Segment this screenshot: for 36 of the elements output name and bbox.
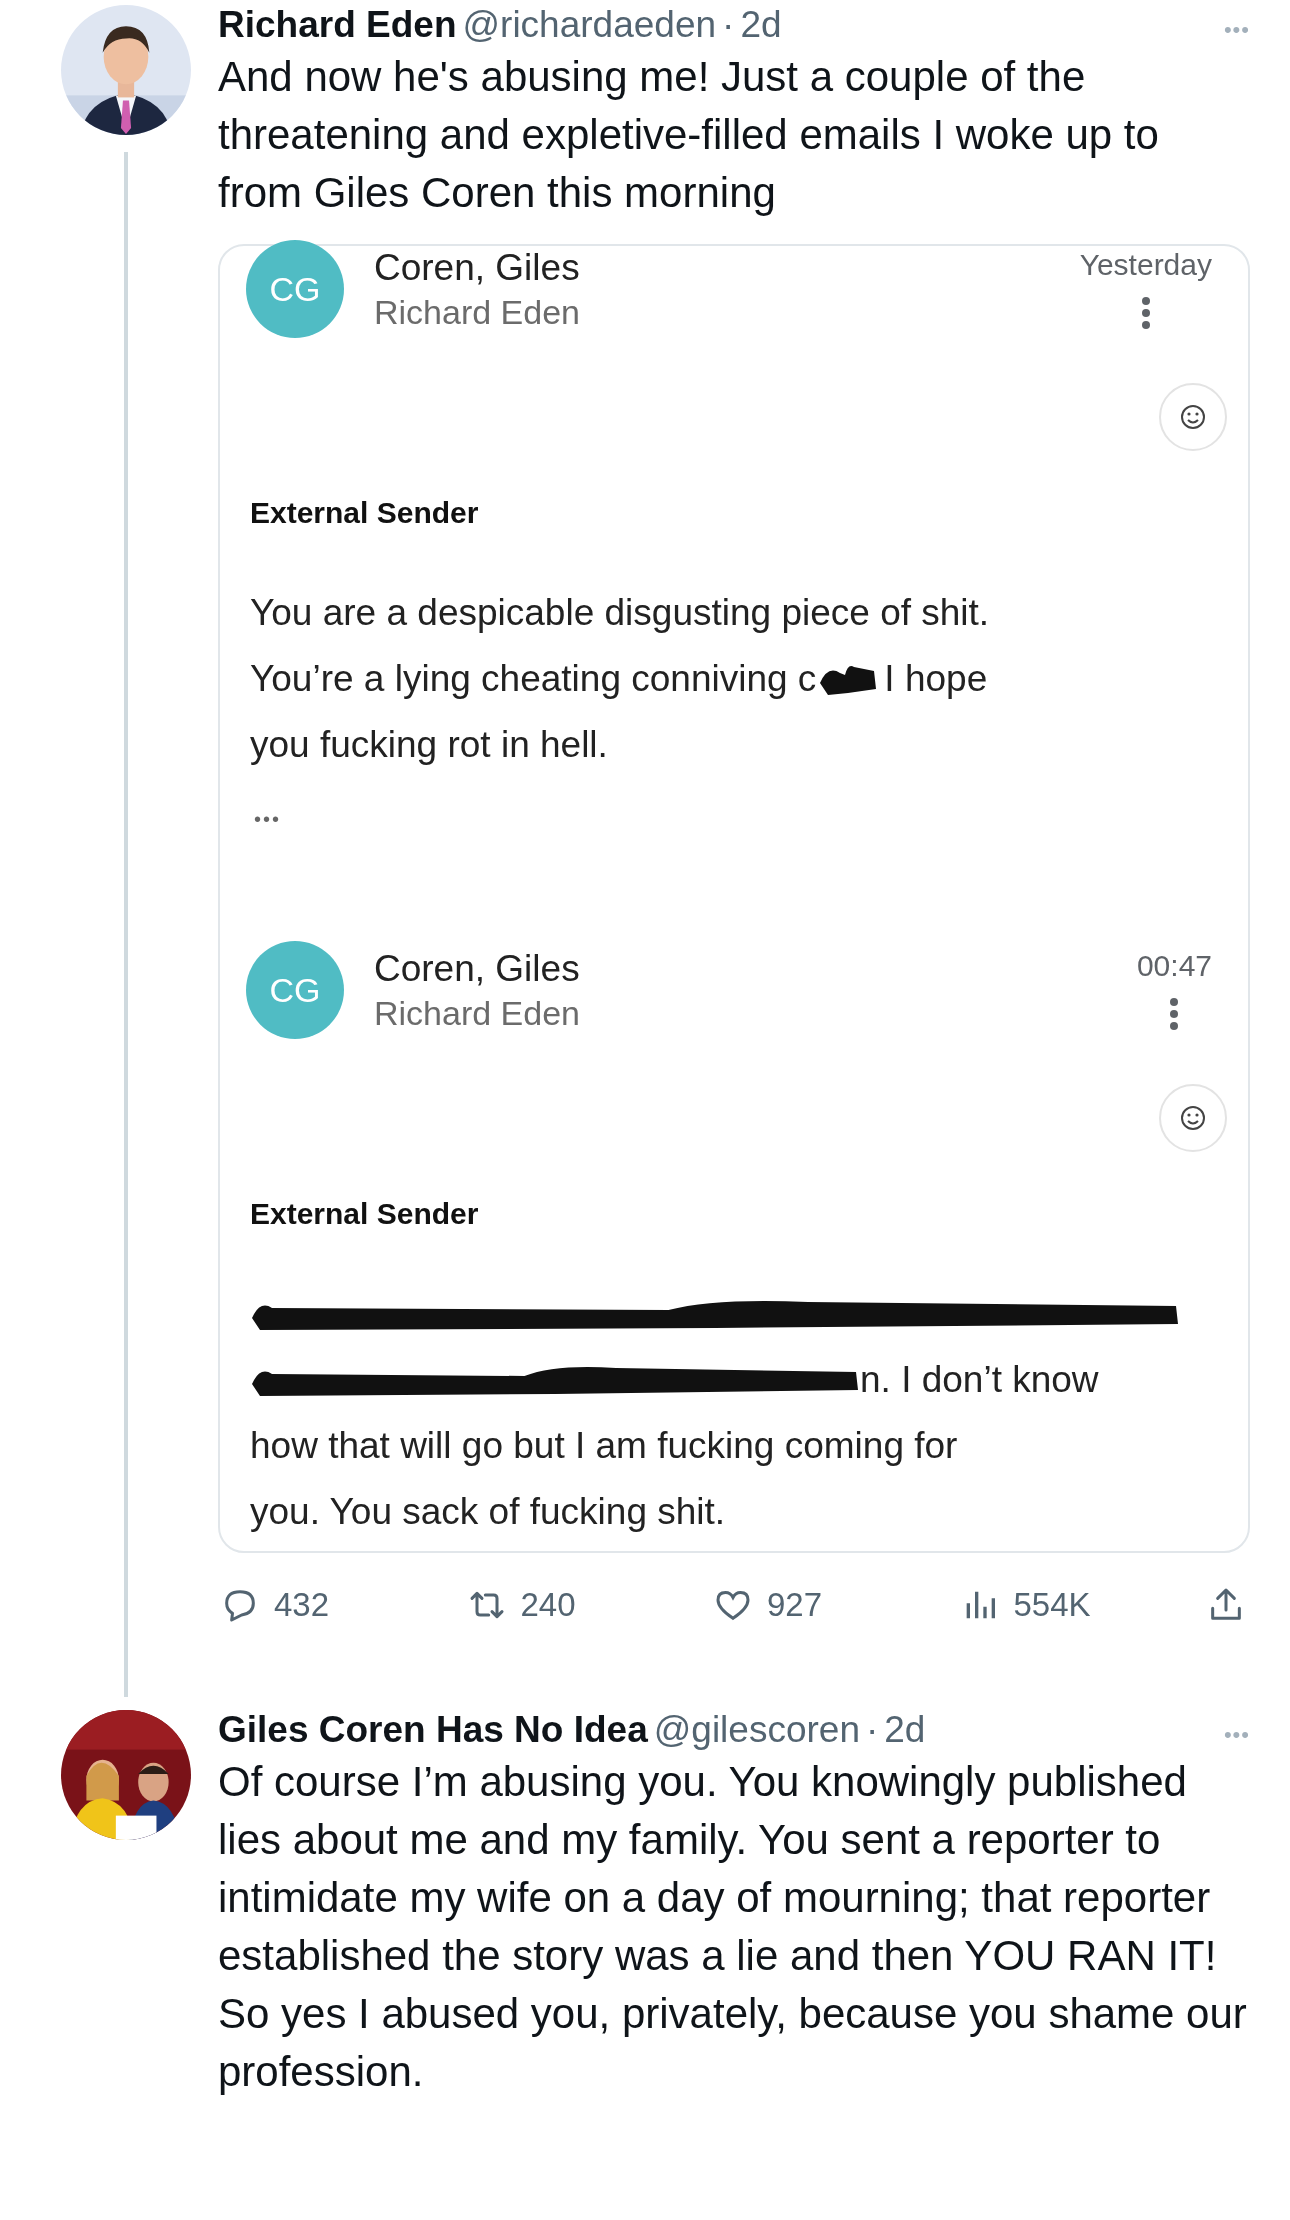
separator-dot: · <box>722 4 735 46</box>
email-text: you fucking rot in hell. <box>250 724 608 766</box>
smiley-icon <box>1158 382 1228 452</box>
user-handle[interactable]: @richardaeden <box>462 4 717 46</box>
email-time: 00:47 <box>1136 949 1212 983</box>
reply-button[interactable]: 432 <box>220 1585 370 1625</box>
post-text: And now he's abusing me! Just a couple of the threatening and expletive-filled emails I woke up to from Giles Coren this morning <box>218 52 1160 218</box>
trimmed-content-dots[interactable]: ••• <box>254 808 281 831</box>
views-button[interactable]: 554K <box>959 1585 1110 1625</box>
post-time[interactable]: 2d <box>884 1709 926 1751</box>
recipient-name: Richard Eden <box>374 993 580 1033</box>
user-handle[interactable]: @gilescoren <box>653 1709 860 1751</box>
email-text: n. I don’t know <box>860 1359 1099 1401</box>
like-button[interactable]: 927 <box>713 1585 863 1625</box>
email-text: how that will go but I am fucking coming for <box>250 1425 958 1467</box>
kebab-menu-icon <box>1140 296 1151 330</box>
email-time: Yesterday <box>1079 248 1212 282</box>
recipient-name: Richard Eden <box>374 292 580 332</box>
initials-avatar: CG <box>246 941 344 1039</box>
sender-name: Coren, Giles <box>374 246 580 289</box>
smiley-icon <box>1158 1083 1228 1153</box>
email-text: I hope <box>884 658 988 700</box>
email-text: You are a despicable disgusting piece of shit. <box>250 592 990 634</box>
post-time[interactable]: 2d <box>740 4 782 46</box>
post-text: Of course I’m abusing you. You knowingly published lies about me and my family. You sent a reporter to intimidate my wife on a day of mourning; that reporter established the story was a lie and then YOU RAN IT! So yes I abused you, privately, because you shame our profession. <box>218 1757 1248 2097</box>
email-text: you. You sack of fucking shit. <box>250 1491 726 1533</box>
kebab-menu-icon <box>1169 997 1180 1031</box>
external-sender-label: External Sender <box>250 496 480 530</box>
email-text: You’re a lying cheating conniving c <box>250 658 817 700</box>
sender-name: Coren, Giles <box>374 947 580 990</box>
separator-dot: · <box>865 1709 879 1751</box>
external-sender-label: External Sender <box>250 1197 480 1231</box>
initials-avatar: CG <box>246 240 344 338</box>
user-name[interactable]: Giles Coren Has No Idea <box>218 1709 648 1751</box>
user-name[interactable]: Richard Eden <box>218 4 457 46</box>
retweet-button[interactable]: 240 <box>466 1585 617 1625</box>
